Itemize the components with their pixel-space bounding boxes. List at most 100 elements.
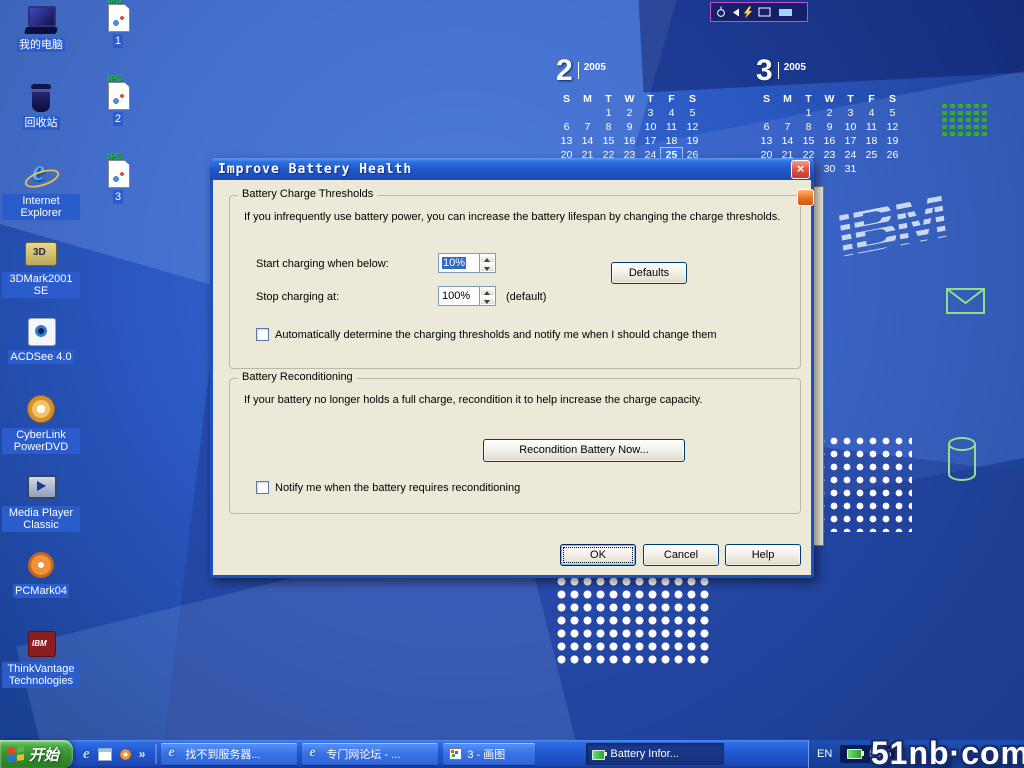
calendar-day-header: W [819,92,840,106]
calendar-day: 2 [819,106,840,120]
acdsee-icon [23,316,59,348]
desktop-icon-acdsee[interactable]: ACDSee 4.0 [2,316,80,394]
internet-explorer-quicklaunch-icon[interactable]: e [83,746,90,763]
monitor-icon [759,8,770,16]
background-window-button[interactable] [797,189,814,206]
group-title: Battery Charge Thresholds [238,188,377,200]
calendar-day-header: F [861,92,882,106]
calendar-month-number: 2 [556,56,573,86]
calendar-month-title: 2 2005 [556,56,712,92]
calendar-day: 8 [798,120,819,134]
calendar-day-header: M [777,92,798,106]
taskbar-task-button[interactable]: 找不到服务器... [161,743,297,765]
spin-down-icon[interactable] [480,296,495,305]
battery-icon [847,749,864,759]
taskbar-task-button[interactable]: 3 - 画图 [443,743,535,765]
desktop-icon-column-1: 我的电脑回收站 Internet Explorer 3DMark2001 SE ACD… [2,4,80,706]
desktop-icon-jpg-file[interactable]: 3 [92,156,144,234]
desktop-icon-internet-explorer[interactable]: Internet Explorer [2,160,80,238]
calendar-day: 14 [577,134,598,148]
taskbar-task-button[interactable]: Battery Infor... [586,743,724,765]
group-title: Battery Reconditioning [238,371,357,383]
language-indicator[interactable]: EN [817,748,832,760]
task-button-label: 专门网论坛 - ... [326,746,400,762]
notify-reconditioning-row: Notify me when the battery requires reco… [256,481,520,494]
dialog-body: Battery Charge Thresholds If you infrequ… [213,180,811,572]
start-charging-spinner[interactable]: 10% [438,253,496,273]
calendar-day: 16 [619,134,640,148]
reconditioning-description: If your battery no longer holds a full c… [244,393,792,407]
calendar-day: 13 [756,134,777,148]
auto-determine-checkbox[interactable] [256,328,269,341]
spin-up-icon[interactable] [480,287,495,296]
desktop-icon-threedmark[interactable]: 3DMark2001 SE [2,238,80,316]
powerdvd-icon [23,394,59,426]
calendar-day [882,162,903,176]
desktop-icon-label: ThinkVantage Technologies [2,662,80,688]
close-icon[interactable]: × [791,160,810,179]
show-desktop-icon[interactable] [98,748,112,761]
calendar-separator [578,62,579,79]
desktop-icon-label: PCMark04 [13,584,69,598]
desktop-icon-label: 2 [113,112,123,126]
recondition-battery-button[interactable]: Recondition Battery Now... [483,439,685,462]
spin-up-icon[interactable] [480,254,495,263]
desktop-icon-label: 1 [113,34,123,48]
desktop-icon-label: ACDSee 4.0 [8,350,73,364]
defaults-button[interactable]: Defaults [611,262,687,284]
calendar-day: 9 [819,120,840,134]
calendar-day: 15 [798,134,819,148]
keyboard-icon [779,9,792,16]
quick-launch-bar: e » [73,746,151,763]
desktop-icon-media-player-classic[interactable]: Media Player Classic [2,472,80,550]
stop-charging-spinner[interactable]: 100% [438,286,496,306]
taskbar-task-button[interactable]: 专门网论坛 - ... [302,743,438,765]
halftone-dots-pattern [556,576,712,668]
improve-battery-health-dialog: Improve Battery Health × Battery Charge … [210,158,814,578]
calendar-day-headers: SMTWTFS [756,92,912,106]
help-button[interactable]: Help [725,544,801,566]
media-player-quicklaunch-icon[interactable] [120,749,131,760]
task-button-label: 3 - 画图 [467,746,505,762]
notify-reconditioning-checkbox[interactable] [256,481,269,494]
calendar-day [777,106,798,120]
calendar-day-header: W [619,92,640,106]
task-button-area: 找不到服务器... 专门网论坛 - ... 3 - 画图 Battery Infor.… [161,743,808,765]
ie-page-icon [307,747,322,761]
desktop-icon-jpg-file[interactable]: 2 [92,78,144,156]
calendar-day: 4 [861,106,882,120]
desktop-icon-label: Internet Explorer [2,194,80,220]
chevron-more-icon[interactable]: » [139,747,146,761]
desktop-icon-pcmark[interactable]: PCMark04 [2,550,80,628]
calendar-day [577,106,598,120]
calendar-day-header: S [682,92,703,106]
media-player-classic-icon [23,472,59,504]
ok-button[interactable]: OK [560,544,636,566]
spin-down-icon[interactable] [480,263,495,272]
windows-flag-icon [8,746,24,762]
calendar-day [861,162,882,176]
dialog-titlebar[interactable]: Improve Battery Health × [210,158,814,180]
calendar-day-header: T [640,92,661,106]
desktop-icon-recycle-bin[interactable]: 回收站 [2,82,80,160]
calendar-month-number: 3 [756,56,773,86]
jpg-file-icon [100,0,136,32]
desktop-icon-label: CyberLink PowerDVD [2,428,80,454]
utility-toolbar[interactable] [710,2,808,22]
desktop-icon-my-computer[interactable]: 我的电脑 [2,4,80,82]
start-button[interactable]: 开始 [0,740,73,768]
start-charging-label: Start charging when below: [256,258,389,270]
desktop-icon-jpg-file[interactable]: 1 [92,0,144,78]
calendar-day: 19 [882,134,903,148]
calendar-day-header: F [661,92,682,106]
desktop-icon-thinkvantage[interactable]: ThinkVantage Technologies [2,628,80,706]
cylinder-icon [946,436,978,484]
cancel-button[interactable]: Cancel [643,544,719,566]
calendar-day-headers: SMTWTFS [556,92,712,106]
calendar-day: 19 [682,134,703,148]
calendar-day: 3 [640,106,661,120]
calendar-day: 24 [840,148,861,162]
desktop-icon-powerdvd[interactable]: CyberLink PowerDVD [2,394,80,472]
desktop-icon-label: 3DMark2001 SE [2,272,80,298]
task-button-label: Battery Infor... [610,748,678,760]
